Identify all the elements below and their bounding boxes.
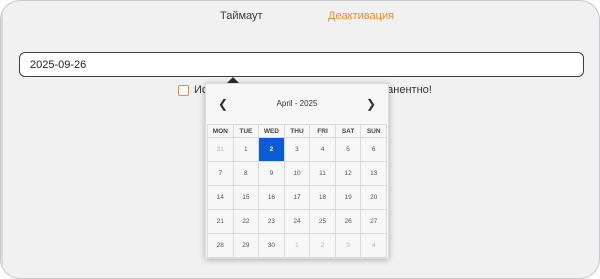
weekday-label: SAT (334, 124, 362, 138)
datepicker-popup: ❮ April - 2025 ❯ MON TUE WED THU FRI SAT… (205, 83, 389, 259)
weekday-label: TUE (232, 124, 260, 138)
date-input[interactable] (19, 52, 584, 77)
calendar-day[interactable]: 30 (258, 233, 285, 258)
calendar-day[interactable]: 28 (207, 233, 234, 258)
calendar-week-row: 14 15 16 17 18 19 20 (207, 185, 387, 210)
calendar-day[interactable]: 13 (360, 161, 387, 186)
calendar-day-selected[interactable]: 2 (258, 137, 285, 162)
weekday-header-row: MON TUE WED THU FRI SAT SUN (207, 124, 387, 138)
calendar-day[interactable]: 27 (360, 209, 387, 234)
calendar-day[interactable]: 25 (309, 209, 336, 234)
calendar-day[interactable]: 17 (283, 185, 311, 210)
weekday-label: FRI (309, 124, 336, 138)
calendar-day[interactable]: 6 (360, 137, 387, 162)
tab-timeout[interactable]: Таймаут (220, 10, 263, 22)
weekday-label: WED (258, 124, 285, 138)
weekday-label: THU (283, 124, 311, 138)
calendar-day[interactable]: 16 (258, 185, 285, 210)
permanent-checkbox[interactable] (178, 85, 189, 96)
calendar-day[interactable]: 4 (360, 233, 387, 258)
calendar-day[interactable]: 29 (232, 233, 260, 258)
calendar-day[interactable]: 5 (334, 137, 362, 162)
calendar-day[interactable]: 24 (283, 209, 311, 234)
calendar-day[interactable]: 7 (207, 161, 234, 186)
weekday-label: SUN (360, 124, 387, 138)
calendar-day[interactable]: 22 (232, 209, 260, 234)
calendar-day[interactable]: 18 (309, 185, 336, 210)
calendar-day[interactable]: 12 (334, 161, 362, 186)
calendar-day[interactable]: 21 (207, 209, 234, 234)
calendar-days: 31 1 2 3 4 5 6 7 8 9 10 11 12 13 14 15 16 17 18 19 20 21 22 23 2… (207, 137, 387, 258)
calendar-grid: MON TUE WED THU FRI SAT SUN 31 1 2 3 4 5 6 7 8 9 1… (207, 124, 387, 258)
calendar-week-row: 28 29 30 1 2 3 4 (207, 233, 387, 258)
calendar-day[interactable]: 1 (232, 137, 260, 162)
calendar-day[interactable]: 19 (334, 185, 362, 210)
calendar-week-row: 7 8 9 10 11 12 13 (207, 161, 387, 186)
chevron-right-icon[interactable]: ❯ (366, 97, 376, 111)
calendar-day[interactable]: 23 (258, 209, 285, 234)
left-border (1, 1, 3, 278)
tab-deactivation[interactable]: Деактивация (328, 10, 394, 22)
calendar-day[interactable]: 3 (283, 137, 311, 162)
calendar-day[interactable]: 11 (309, 161, 336, 186)
calendar-day[interactable]: 14 (207, 185, 234, 210)
calendar-day[interactable]: 8 (232, 161, 260, 186)
calendar-week-row: 21 22 23 24 25 26 27 (207, 209, 387, 234)
weekday-label: MON (207, 124, 234, 138)
calendar-day[interactable]: 31 (207, 137, 234, 162)
calendar-day[interactable]: 26 (334, 209, 362, 234)
calendar-day[interactable]: 15 (232, 185, 260, 210)
calendar-day[interactable]: 2 (309, 233, 336, 258)
calendar-day[interactable]: 20 (360, 185, 387, 210)
calendar-day[interactable]: 3 (334, 233, 362, 258)
calendar-day[interactable]: 1 (283, 233, 311, 258)
calendar-day[interactable]: 9 (258, 161, 285, 186)
calendar-week-row: 31 1 2 3 4 5 6 (207, 137, 387, 162)
calendar-day[interactable]: 10 (283, 161, 311, 186)
datepicker-month-title: April - 2025 (276, 99, 318, 108)
dialog-card: Таймаут Деактивация Ис ианентно! ❮ April… (0, 0, 600, 279)
calendar-day[interactable]: 4 (309, 137, 336, 162)
